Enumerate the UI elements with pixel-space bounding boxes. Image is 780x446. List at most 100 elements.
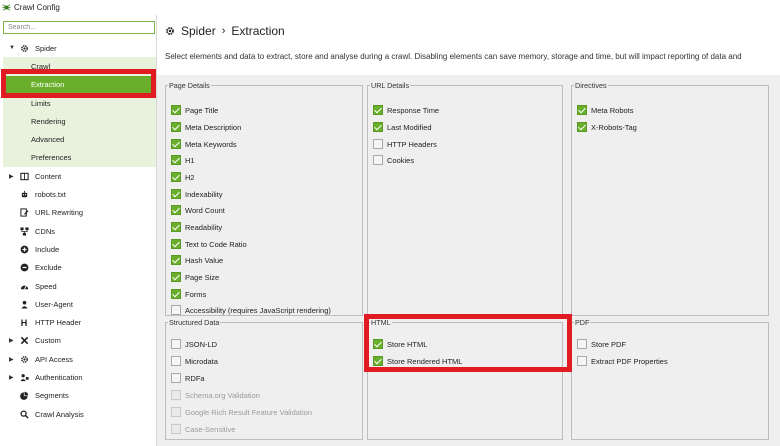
group-legend: Directives <box>575 81 607 90</box>
checkbox-box[interactable] <box>577 339 587 349</box>
sidebar-item-label: CDNs <box>35 226 55 236</box>
checkbox-box[interactable] <box>171 305 181 315</box>
main-panel: Spider › Extraction Select elements and … <box>157 15 780 446</box>
checkbox-hash-value[interactable]: Hash Value <box>171 254 223 266</box>
checkbox-last-modified[interactable]: Last Modified <box>373 121 432 133</box>
checkbox-page-size[interactable]: Page Size <box>171 271 219 283</box>
sidebar-item-speed[interactable]: Speed <box>3 277 156 295</box>
checkbox-json-ld[interactable]: JSON-LD <box>171 338 217 350</box>
chevron-right-icon[interactable]: ▶ <box>9 356 19 363</box>
checkbox-page-title[interactable]: Page Title <box>171 104 218 116</box>
sidebar-item-include[interactable]: Include <box>3 240 156 258</box>
checkbox-cookies[interactable]: Cookies <box>373 154 414 166</box>
sidebar-item-limits[interactable]: Limits <box>3 93 156 113</box>
sidebar-item-url-rewriting[interactable]: URL Rewriting <box>3 204 156 222</box>
checkbox-box[interactable] <box>577 356 587 366</box>
chevron-down-icon[interactable]: ▼ <box>9 45 19 51</box>
sidebar-item-exclude[interactable]: Exclude <box>3 259 156 277</box>
sidebar-item-crawl-analysis[interactable]: Crawl Analysis <box>3 405 156 423</box>
checkbox-accessibility[interactable]: Accessibility (requires JavaScript rende… <box>171 304 331 316</box>
checkbox-box[interactable] <box>171 272 181 282</box>
checkbox-box[interactable] <box>171 239 181 249</box>
checkbox-box[interactable] <box>171 139 181 149</box>
sidebar-item-label: Content <box>35 171 62 181</box>
checkbox-box[interactable] <box>373 122 383 132</box>
sidebar-item-custom[interactable]: ▶ Custom <box>3 332 156 350</box>
cdn-icon <box>19 226 29 236</box>
checkbox-http-headers[interactable]: HTTP Headers <box>373 138 437 150</box>
checkbox-meta-keywords[interactable]: Meta Keywords <box>171 138 237 150</box>
auth-icon <box>19 372 29 382</box>
checkbox-store-pdf[interactable]: Store PDF <box>577 338 626 350</box>
checkbox-box[interactable] <box>171 289 181 299</box>
checkbox-label: Word Count <box>185 205 225 215</box>
sidebar-item-api-access[interactable]: ▶ API Access <box>3 350 156 368</box>
breadcrumb-page: Extraction <box>231 24 285 38</box>
checkbox-forms[interactable]: Forms <box>171 288 206 300</box>
chevron-right-icon[interactable]: ▶ <box>9 337 19 344</box>
checkbox-box[interactable] <box>577 105 587 115</box>
search-input[interactable] <box>3 21 155 34</box>
sidebar-item-preferences[interactable]: Preferences <box>3 148 156 168</box>
checkbox-box[interactable] <box>373 155 383 165</box>
checkbox-word-count[interactable]: Word Count <box>171 204 225 216</box>
checkbox-label: Readability <box>185 222 223 232</box>
checkbox-indexability[interactable]: Indexability <box>171 188 223 200</box>
sidebar-item-cdns[interactable]: CDNs <box>3 222 156 240</box>
sidebar-item-label: Extraction <box>31 80 65 90</box>
checkbox-box[interactable] <box>373 339 383 349</box>
checkbox-box[interactable] <box>171 339 181 349</box>
checkbox-x-robots-tag[interactable]: X-Robots-Tag <box>577 121 637 133</box>
checkbox-store-html[interactable]: Store HTML <box>373 338 427 350</box>
chevron-right-icon[interactable]: ▶ <box>9 374 19 381</box>
checkbox-label: Store Rendered HTML <box>387 356 463 366</box>
sidebar-item-segments[interactable]: Segments <box>3 387 156 405</box>
checkbox-box[interactable] <box>171 172 181 182</box>
checkbox-box[interactable] <box>171 189 181 199</box>
checkbox-meta-description[interactable]: Meta Description <box>171 121 241 133</box>
checkbox-label: Schema.org Validation <box>185 390 260 400</box>
checkbox-rdfa[interactable]: RDFa <box>171 372 205 384</box>
checkbox-label: Microdata <box>185 356 218 366</box>
checkbox-box[interactable] <box>171 255 181 265</box>
checkbox-microdata[interactable]: Microdata <box>171 355 218 367</box>
checkbox-box[interactable] <box>577 122 587 132</box>
sidebar-item-spider[interactable]: ▼ Spider <box>3 39 156 57</box>
sidebar-item-http-header[interactable]: H HTTP Header <box>3 313 156 331</box>
checkbox-box[interactable] <box>171 122 181 132</box>
checkbox-box[interactable] <box>373 356 383 366</box>
checkbox-label: Page Title <box>185 105 219 115</box>
checkbox-label: RDFa <box>185 373 205 383</box>
chevron-right-icon[interactable]: ▶ <box>9 173 19 180</box>
checkbox-box[interactable] <box>171 155 181 165</box>
checkbox-text-to-code-ratio[interactable]: Text to Code Ratio <box>171 238 247 250</box>
sidebar-item-rendering[interactable]: Rendering <box>3 112 156 131</box>
sidebar-item-crawl[interactable]: Crawl <box>3 57 156 76</box>
sidebar-item-extraction[interactable]: Extraction <box>3 75 156 94</box>
sidebar-item-label: Segments <box>35 391 69 401</box>
checkbox-box[interactable] <box>373 139 383 149</box>
checkbox-box[interactable] <box>171 105 181 115</box>
config-tree: ▼ Spider Crawl Extraction Limits Renderi… <box>3 39 156 423</box>
checkbox-h1[interactable]: H1 <box>171 154 195 166</box>
checkbox-store-rendered-html[interactable]: Store Rendered HTML <box>373 355 462 367</box>
checkbox-box[interactable] <box>171 356 181 366</box>
sidebar-item-authentication[interactable]: ▶ Authentication <box>3 368 156 386</box>
sidebar-item-content[interactable]: ▶ Content <box>3 167 156 185</box>
sidebar-item-user-agent[interactable]: User-Agent <box>3 295 156 313</box>
checkbox-meta-robots[interactable]: Meta Robots <box>577 104 634 116</box>
checkbox-h2[interactable]: H2 <box>171 171 195 183</box>
group-legend: Page Details <box>169 81 210 90</box>
checkbox-box[interactable] <box>373 105 383 115</box>
checkbox-box[interactable] <box>171 205 181 215</box>
sidebar-item-advanced[interactable]: Advanced <box>3 130 156 149</box>
checkbox-readability[interactable]: Readability <box>171 221 222 233</box>
sidebar: ▼ Spider Crawl Extraction Limits Renderi… <box>0 15 157 446</box>
checkbox-label: Meta Keywords <box>185 139 237 149</box>
checkbox-response-time[interactable]: Response Time <box>373 104 439 116</box>
checkbox-box[interactable] <box>171 222 181 232</box>
checkbox-extract-pdf-properties[interactable]: Extract PDF Properties <box>577 355 668 367</box>
checkbox-box[interactable] <box>171 373 181 383</box>
sidebar-item-robots[interactable]: robots.txt <box>3 185 156 203</box>
gear-icon <box>166 27 174 35</box>
